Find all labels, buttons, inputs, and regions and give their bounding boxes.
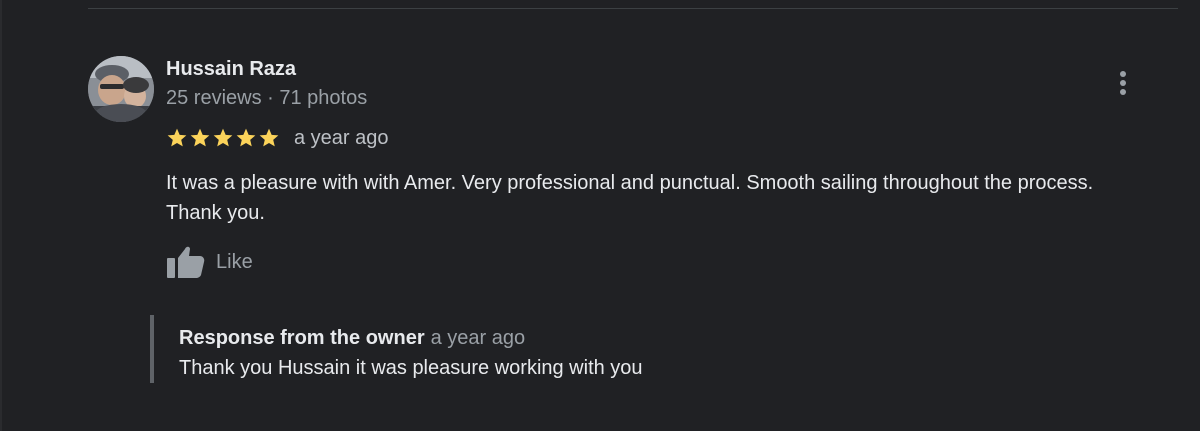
owner-response-text: Thank you Hussain it was pleasure workin… [179,357,643,379]
star-icon [213,128,233,147]
owner-response: Response from the owner a year ago Thank … [150,315,643,383]
avatar-image [88,56,154,122]
review-text: It was a pleasure with with Amer. Very p… [166,172,1094,224]
review-panel: Hussain Raza 25 reviews · 71 photos a ye… [0,0,1200,431]
star-icon [190,128,210,147]
top-divider [88,8,1178,9]
reviewer-name[interactable]: Hussain Raza [166,58,296,81]
owner-response-time: a year ago [430,327,526,349]
owner-response-title: Response from the owner [179,327,425,349]
owner-response-header: Response from the owner a year ago [179,327,525,350]
more-vertical-icon [1120,71,1126,95]
like-label: Like [216,250,253,273]
review-time: a year ago [294,126,389,149]
avatar[interactable] [88,56,154,122]
star-icon [259,128,279,147]
star-icon [167,128,187,147]
rating-row: a year ago [166,124,389,152]
thumbs-up-icon [167,246,205,278]
star-icon [236,128,256,147]
like-button[interactable]: Like [166,244,253,280]
reviewer-stats: 25 reviews · 71 photos [166,87,368,109]
more-options-button[interactable] [1108,66,1138,100]
panel-edge [0,0,2,431]
star-rating [166,127,280,149]
